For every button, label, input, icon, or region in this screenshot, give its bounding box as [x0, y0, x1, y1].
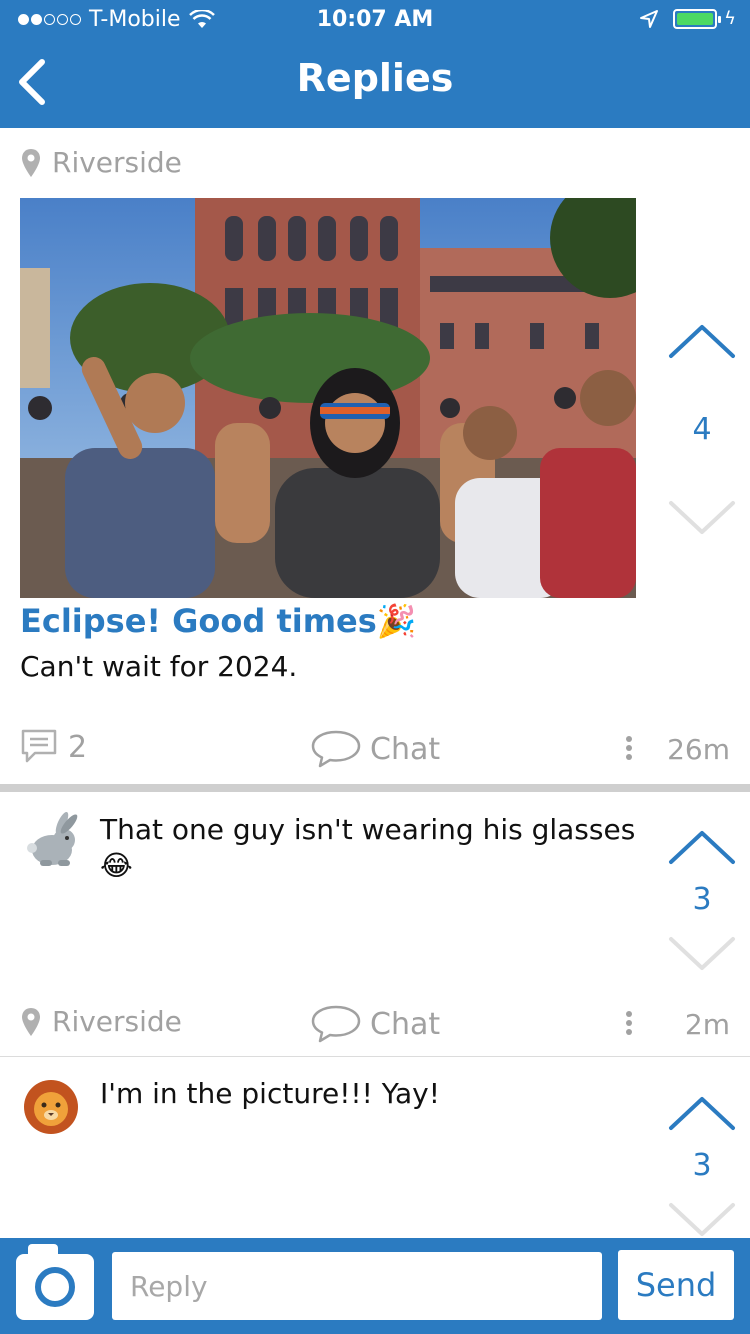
reply-vote-control: 3: [664, 1092, 740, 1245]
chat-bubble-icon: [311, 730, 361, 768]
charging-icon: ϟ: [724, 8, 736, 29]
upvote-button[interactable]: [667, 1092, 737, 1136]
lion-icon: [24, 1080, 78, 1134]
top-bar: T-Mobile 10:07 AM ϟ Replies: [0, 0, 750, 128]
location-pin-icon: [22, 1007, 40, 1036]
camera-button[interactable]: [16, 1244, 94, 1320]
camera-icon: [35, 1267, 75, 1307]
reply-input[interactable]: [112, 1252, 602, 1320]
joy-emoji-icon: 😂: [100, 849, 133, 882]
reply-vote-count: 3: [692, 882, 712, 917]
status-bar: T-Mobile 10:07 AM ϟ: [0, 0, 750, 40]
battery-icon: [673, 8, 722, 29]
camera-bump: [28, 1244, 58, 1258]
reply-message: I'm in the picture!!! Yay!: [100, 1077, 440, 1110]
post-location-label: Riverside: [52, 146, 182, 179]
rabbit-icon: [27, 812, 78, 866]
reply-text: That one guy isn't wearing his glasses 😂: [100, 812, 640, 884]
location-pin-icon: [22, 148, 40, 177]
chat-bubble-icon: [311, 1005, 361, 1043]
post-photo[interactable]: [20, 198, 636, 598]
post-chat-button[interactable]: Chat: [310, 728, 440, 770]
status-time: 10:07 AM: [316, 7, 434, 32]
post-time: 26m: [667, 733, 730, 766]
post-title-text: Eclipse! Good times: [20, 602, 377, 640]
post-location[interactable]: Riverside: [20, 146, 182, 179]
downvote-button[interactable]: [667, 495, 737, 539]
comment-count: 2: [68, 729, 88, 765]
reply-location-label: Riverside: [52, 1005, 182, 1038]
reply-more-button[interactable]: [626, 1011, 636, 1038]
page-title: Replies: [296, 56, 454, 100]
post-title: Eclipse! Good times 🎉: [20, 602, 417, 640]
downvote-button[interactable]: [667, 1197, 737, 1241]
downvote-button[interactable]: [667, 931, 737, 975]
comment-icon: [21, 729, 57, 763]
reply-divider: [0, 1056, 750, 1057]
reply-chat-button[interactable]: Chat: [310, 1003, 440, 1045]
upvote-button[interactable]: [667, 320, 737, 364]
post-body: Can't wait for 2024.: [20, 650, 298, 683]
reply-vote-count: 3: [692, 1148, 712, 1183]
reply-vote-control: 3: [664, 826, 740, 979]
reply-location[interactable]: Riverside: [20, 1005, 182, 1038]
reply-time: 2m: [684, 1008, 730, 1041]
post-vote-count: 4: [692, 412, 712, 447]
status-right: ϟ: [639, 8, 736, 29]
party-popper-icon: 🎉: [376, 602, 417, 640]
upvote-button[interactable]: [667, 826, 737, 870]
post-vote-control: 4: [664, 320, 740, 543]
chat-label: Chat: [370, 1006, 441, 1042]
send-button[interactable]: Send: [618, 1250, 734, 1320]
location-arrow-icon: [640, 9, 659, 28]
chat-label: Chat: [370, 731, 441, 767]
nav-bar: Replies: [0, 40, 750, 128]
reply-composer: Send: [0, 1238, 750, 1334]
post-comments[interactable]: 2: [20, 728, 87, 766]
post-divider: [0, 784, 750, 792]
post-more-button[interactable]: [626, 736, 636, 763]
reply-message: That one guy isn't wearing his glasses: [100, 813, 636, 846]
